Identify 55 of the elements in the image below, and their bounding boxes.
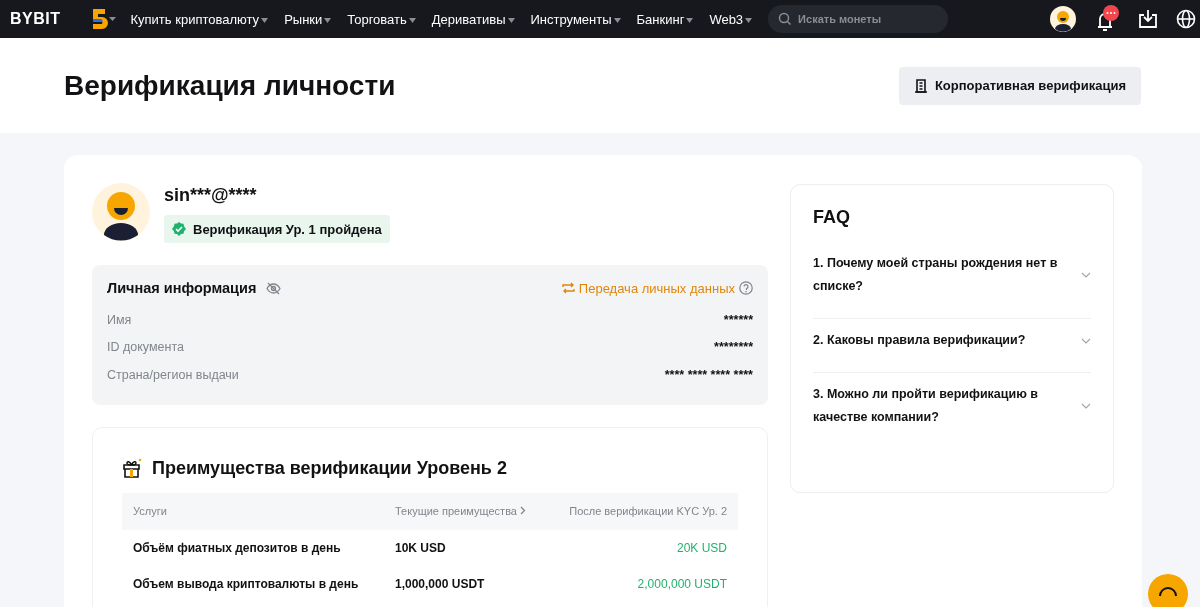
table-cell: 10K USD — [384, 529, 547, 566]
section-title: Преимущества верификации Уровень 2 — [152, 457, 507, 479]
verification-status-badge: Верификация Ур. 1 пройдена — [164, 215, 390, 243]
search-field[interactable]: Искать монеты — [768, 5, 949, 33]
building-icon — [914, 78, 927, 93]
nav-menu-item[interactable]: Банкинг — [636, 11, 694, 27]
nav-menu-item[interactable]: Деривативы — [431, 11, 515, 27]
caret-icon — [613, 17, 621, 23]
swap-icon — [561, 282, 575, 294]
field-label: Имя — [107, 312, 132, 327]
table-cell-text: 1,000,000 USDT — [394, 575, 486, 593]
nav-menu-item[interactable]: Рынки — [284, 11, 332, 27]
caret-icon — [324, 17, 332, 23]
field-value: ****** — [723, 312, 753, 327]
nav-menu-item[interactable]: Купить криптовалюту — [130, 11, 269, 27]
table-cell-text: 2,000,000 USDT — [636, 575, 728, 593]
field-value: ******** — [714, 340, 753, 355]
page-title: Верификация личности — [64, 69, 396, 102]
avatar-icon[interactable] — [1050, 6, 1076, 32]
table-cell: Объём фиатных депозитов в день — [122, 529, 384, 566]
column-header: После верификации KYC Ур. 2 — [546, 492, 738, 530]
field-value: **** **** **** **** — [664, 367, 753, 382]
field-label: Страна/регион выдачи — [107, 367, 239, 382]
number-five-icon[interactable] — [90, 8, 117, 30]
faq-item[interactable]: 3. Можно ли пройти верификацию в качестве компании? — [813, 373, 1091, 449]
logo[interactable]: BYBIT — [10, 10, 61, 28]
user-email: sin***@**** — [164, 185, 258, 206]
caret-icon — [745, 17, 753, 23]
search-icon — [778, 12, 793, 26]
nav-menu-item[interactable]: Web3 — [709, 11, 753, 27]
nav-menu-item[interactable]: Инструменты — [530, 11, 621, 27]
nav-menu-item[interactable]: Торговать — [347, 11, 416, 27]
section-title: Личная информация — [107, 280, 257, 296]
field-label: ID документа — [107, 340, 184, 355]
faq-title: FAQ — [813, 207, 851, 228]
chevron-right-icon — [520, 506, 527, 515]
globe-icon[interactable] — [1176, 9, 1196, 29]
corporate-verification-button[interactable]: Корпоративная верификация — [898, 66, 1141, 105]
gift-icon — [122, 458, 142, 478]
avatar-icon — [92, 183, 150, 241]
column-header[interactable]: Текущие преимущества — [384, 492, 547, 530]
eye-off-icon[interactable] — [266, 281, 282, 295]
check-badge-icon — [172, 222, 186, 236]
support-chat-icon[interactable] — [1148, 574, 1188, 607]
faq-item[interactable]: 2. Каковы правила верификации? — [813, 319, 1091, 373]
table-cell: 20K USD — [546, 529, 738, 566]
caret-icon — [261, 17, 269, 23]
caret-icon — [408, 17, 416, 23]
table-cell-text: Объем вывода криптовалюты в день — [132, 575, 360, 593]
download-icon[interactable] — [1138, 9, 1158, 29]
caret-icon — [686, 17, 694, 23]
column-header: Услуги — [122, 492, 384, 530]
help-icon — [739, 281, 753, 295]
faq-item[interactable]: 1. Почему моей страны рождения нет в списке? — [813, 242, 1091, 319]
caret-icon — [507, 17, 515, 23]
